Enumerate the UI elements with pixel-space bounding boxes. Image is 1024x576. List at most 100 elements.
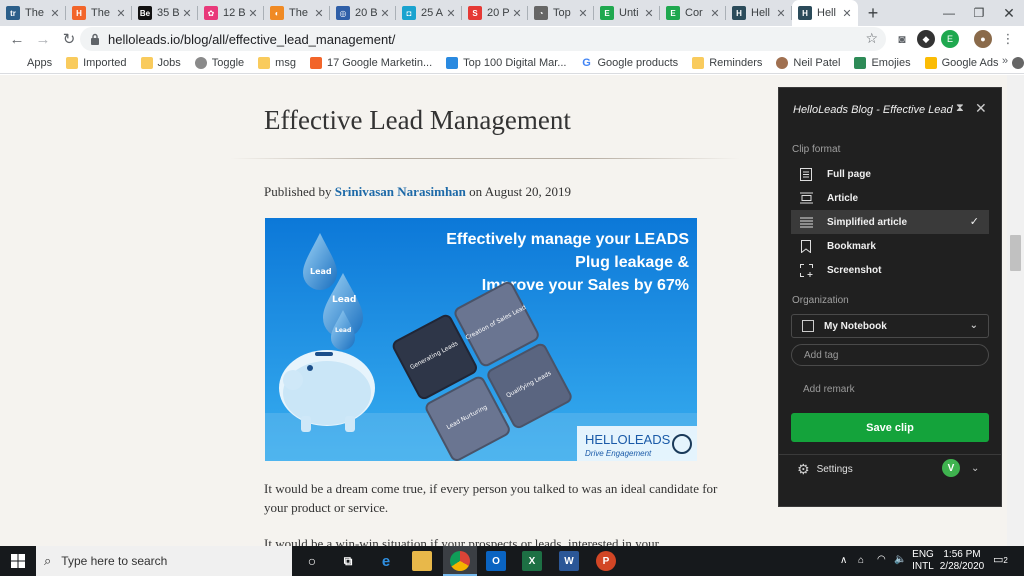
bookmark-jobs[interactable]: Jobs	[140, 56, 181, 69]
scrollbar-thumb[interactable]	[1010, 235, 1021, 271]
tab-close-icon[interactable]: ✕	[116, 7, 126, 20]
save-clip-button[interactable]: Save clip	[791, 413, 989, 442]
close-window-button[interactable]: ✕	[994, 0, 1024, 26]
tray-expand-icon[interactable]: ∧	[840, 555, 847, 567]
bookmark-toggle[interactable]: Toggle	[194, 56, 244, 69]
browser-tab[interactable]: ◔ Top ✕	[528, 0, 594, 26]
profile-avatar[interactable]: ●	[974, 30, 992, 48]
tab-close-icon[interactable]: ✕	[578, 7, 588, 20]
remark-input[interactable]: Add remark	[803, 384, 855, 395]
bookmark-star-icon[interactable]: ☆	[865, 30, 878, 47]
bookmark-apps[interactable]: Apps	[10, 57, 52, 69]
network-icon[interactable]: ⌂	[858, 555, 864, 567]
outlook-icon[interactable]: O	[486, 551, 506, 571]
address-bar[interactable]: helloleads.io/blog/all/effective_lead_ma…	[80, 27, 886, 51]
notification-count: 2	[1003, 556, 1008, 565]
windows-start-button[interactable]	[0, 546, 36, 576]
tab-title: Cor	[685, 7, 703, 19]
minimize-button[interactable]: —	[934, 0, 964, 26]
forward-button[interactable]: →	[30, 26, 56, 52]
bookmark-17-google-marketin[interactable]: 17 Google Marketin...	[309, 56, 432, 69]
bookmark-ad-networks[interactable]: Ad networks	[1012, 56, 1024, 69]
bookmark-label: Neil Patel	[793, 56, 841, 69]
tab-close-icon[interactable]: ✕	[710, 7, 720, 20]
browser-tab[interactable]: H Hell ✕	[792, 0, 858, 26]
browser-tab[interactable]: ◘ 25 A ✕	[396, 0, 462, 26]
bookmark-imported[interactable]: Imported	[66, 56, 127, 69]
tag-input[interactable]: Add tag	[791, 344, 989, 366]
powerpoint-icon[interactable]: P	[596, 551, 616, 571]
clip-format-simplified-article[interactable]: Simplified article ✓	[791, 210, 989, 234]
browser-tab[interactable]: E Unti ✕	[594, 0, 660, 26]
new-tab-button[interactable]: +	[858, 0, 888, 26]
browser-tab[interactable]: H Hell ✕	[726, 0, 792, 26]
close-clipper-button[interactable]: ✕	[975, 100, 987, 117]
tab-close-icon[interactable]: ✕	[380, 7, 390, 20]
taskbar-search[interactable]: ⌕ Type here to search	[36, 546, 292, 576]
author-link[interactable]: Srinivasan Narasimhan	[335, 184, 466, 199]
hero-tagline: Drive Engagement	[585, 449, 652, 458]
browser-tab[interactable]: Be 35 B ✕	[132, 0, 198, 26]
word-icon[interactable]: W	[559, 551, 579, 571]
clock[interactable]: 1:56 PM 2/28/2020	[938, 549, 986, 573]
tab-title: Hell	[817, 7, 836, 19]
tab-close-icon[interactable]: ✕	[248, 7, 258, 20]
tab-close-icon[interactable]: ✕	[314, 7, 324, 20]
extension-icon[interactable]: ◆	[917, 30, 935, 48]
edge-icon[interactable]: e	[376, 551, 396, 571]
tab-close-icon[interactable]: ✕	[182, 7, 192, 20]
tab-favicon-icon: ◐	[270, 6, 284, 20]
notebook-select[interactable]: My Notebook ⌄	[791, 314, 989, 338]
account-avatar[interactable]: V	[942, 459, 960, 477]
tab-close-icon[interactable]: ✕	[446, 7, 456, 20]
tab-close-icon[interactable]: ✕	[512, 7, 522, 20]
browser-tab[interactable]: H The ✕	[66, 0, 132, 26]
tab-favicon-icon: E	[600, 6, 614, 20]
browser-tab[interactable]: E Cor ✕	[660, 0, 726, 26]
camera-icon[interactable]: ◙	[893, 30, 911, 48]
tab-close-icon[interactable]: ✕	[50, 7, 60, 20]
reload-button[interactable]: ↻	[56, 26, 82, 52]
page-scrollbar[interactable]	[1007, 75, 1024, 546]
browser-tab[interactable]: S 20 P ✕	[462, 0, 528, 26]
clip-format-label: Bookmark	[827, 240, 876, 252]
tab-close-icon[interactable]: ✕	[776, 7, 786, 20]
bookmark-neil-patel[interactable]: Neil Patel	[776, 56, 841, 69]
tab-close-icon[interactable]: ✕	[842, 7, 852, 20]
restore-button[interactable]: ❐	[964, 0, 994, 26]
clip-format-bookmark[interactable]: Bookmark	[791, 234, 989, 258]
browser-tab[interactable]: ◎ 20 B ✕	[330, 0, 396, 26]
browser-tab[interactable]: ◐ The ✕	[264, 0, 330, 26]
bookmark-google-ads[interactable]: Google Ads	[924, 56, 998, 69]
settings-button[interactable]: ⚙ Settings	[797, 461, 853, 478]
task-view-icon[interactable]: ⧉	[338, 551, 358, 571]
excel-icon[interactable]: X	[522, 551, 542, 571]
clip-format-screenshot[interactable]: Screenshot	[791, 258, 989, 282]
cortana-icon[interactable]: ○	[302, 551, 322, 571]
chrome-icon[interactable]	[450, 551, 470, 571]
volume-icon[interactable]: 🔈	[894, 554, 906, 566]
tab-close-icon[interactable]: ✕	[644, 7, 654, 20]
wifi-icon[interactable]: ◠	[877, 554, 886, 566]
more-bookmarks-icon[interactable]: »	[1002, 55, 1008, 67]
tab-favicon-icon: H	[798, 6, 812, 20]
clip-format-full-page[interactable]: Full page	[791, 162, 989, 186]
browser-tab[interactable]: tr The ✕	[0, 0, 66, 26]
notification-center-button[interactable]: ▭2	[993, 554, 1008, 567]
file-explorer-icon[interactable]	[412, 551, 432, 571]
clip-title[interactable]: HelloLeads Blog - Effective Lead	[793, 104, 953, 116]
browser-tab[interactable]: ✿ 12 B ✕	[198, 0, 264, 26]
back-button[interactable]: ←	[4, 26, 30, 52]
account-chevron-icon[interactable]: ⌄	[971, 463, 979, 474]
language-indicator[interactable]: ENG INTL	[912, 549, 934, 573]
evernote-extension-icon[interactable]: E	[941, 30, 959, 48]
bookmark-emojies[interactable]: Emojies	[854, 56, 911, 69]
bookmark-reminders[interactable]: Reminders	[692, 56, 762, 69]
bookmark-top-100-digital-mar[interactable]: Top 100 Digital Mar...	[446, 56, 566, 69]
collapse-icon[interactable]: ⧗	[956, 102, 964, 115]
menu-icon[interactable]: ⋮	[999, 30, 1017, 48]
clip-format-article[interactable]: Article	[791, 186, 989, 210]
bookmark-google-products[interactable]: G Google products	[580, 57, 678, 69]
notification-icon: ▭	[993, 554, 1004, 566]
bookmark-msg[interactable]: msg	[258, 56, 296, 69]
